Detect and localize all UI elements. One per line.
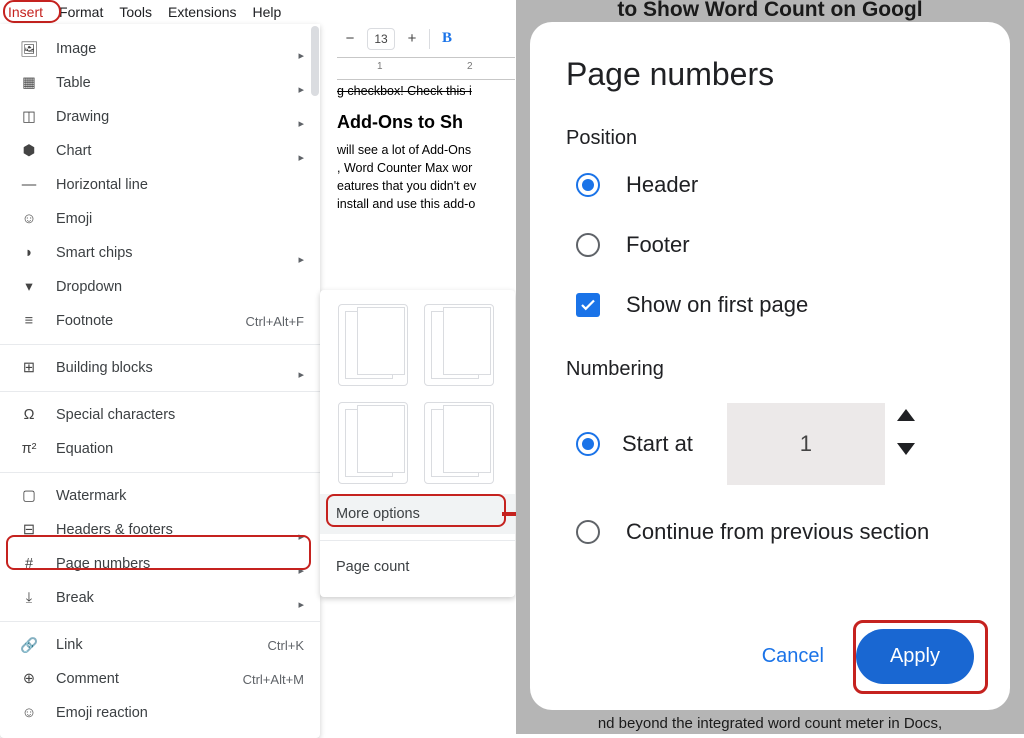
omega-icon: Ω [18, 407, 40, 423]
plus-button[interactable]: + [399, 26, 425, 52]
hash-icon: # [18, 556, 40, 572]
option-start-at-label: Start at [622, 431, 693, 457]
option-first-page[interactable]: Show on first page [576, 292, 974, 318]
menu-item-drawing[interactable]: ◫Drawing [0, 100, 320, 134]
page-numbers-dialog: Page numbers Position Header Footer Show… [530, 22, 1010, 710]
menu-format[interactable]: Format [51, 2, 111, 22]
pagenum-preset-4[interactable] [424, 402, 494, 484]
doc-text: install and use this add-o [337, 197, 515, 211]
menu-extensions[interactable]: Extensions [160, 2, 244, 22]
menu-tools[interactable]: Tools [111, 2, 160, 22]
link-icon: 🔗 [18, 637, 40, 654]
menubar: Insert Format Tools Extensions Help [0, 0, 515, 24]
bold-button[interactable]: B [434, 26, 460, 52]
pagenum-preset-3[interactable] [338, 402, 408, 484]
menu-item-building-blocks[interactable]: ⊞Building blocks [0, 351, 320, 385]
section-numbering: Numbering [566, 358, 974, 381]
dialog-title: Page numbers [566, 56, 974, 93]
doc-text: g checkbox! Check this i [337, 84, 515, 98]
watermark-icon: ▢ [18, 488, 40, 504]
ruler: 1 2 [337, 58, 515, 80]
doc-text: , Word Counter Max wor [337, 161, 515, 175]
image-icon: 🖼 [18, 41, 40, 58]
header-icon: ⊟ [18, 522, 40, 538]
radio-footer[interactable] [576, 233, 600, 257]
table-icon: ▦ [18, 75, 40, 91]
menu-item-break[interactable]: ⤓Break [0, 581, 320, 615]
reaction-icon: ☺ [18, 705, 40, 721]
bg-text-top: to Show Word Count on Googl [516, 0, 1024, 22]
menu-item-smart-chips[interactable]: ◗Smart chips [0, 236, 320, 270]
option-footer[interactable]: Footer [576, 232, 974, 258]
pagenum-preset-1[interactable] [338, 304, 408, 386]
doc-text: will see a lot of Add-Ons [337, 143, 515, 157]
option-header-label: Header [626, 172, 698, 198]
doc-heading: Add-Ons to Sh [337, 112, 515, 133]
checkbox-first-page[interactable] [576, 293, 600, 317]
menu-item-dropdown[interactable]: ▾Dropdown [0, 270, 320, 304]
spin-up-icon[interactable] [897, 409, 915, 421]
check-icon [579, 296, 597, 314]
menu-insert[interactable]: Insert [0, 2, 51, 22]
menu-help[interactable]: Help [245, 2, 290, 22]
menu-item-footnote[interactable]: ≡FootnoteCtrl+Alt+F [0, 304, 320, 338]
doc-text: eatures that you didn't ev [337, 179, 515, 193]
menu-item-special-characters[interactable]: ΩSpecial characters [0, 398, 320, 432]
emoji-icon: ☺ [18, 211, 40, 227]
menu-item-horizontal-line[interactable]: —Horizontal line [0, 168, 320, 202]
pagenum-preset-2[interactable] [424, 304, 494, 386]
page-numbers-submenu: More options Page count [320, 290, 515, 597]
break-icon: ⤓ [18, 590, 40, 606]
drawing-icon: ◫ [18, 109, 40, 125]
font-size-box[interactable]: 13 [367, 28, 395, 50]
submenu-more-options[interactable]: More options [320, 494, 515, 534]
blocks-icon: ⊞ [18, 360, 40, 376]
submenu-page-count[interactable]: Page count [320, 547, 515, 587]
option-header[interactable]: Header [576, 172, 974, 198]
toolbar: − 13 + B [337, 24, 515, 58]
menu-item-chart[interactable]: ⬢Chart [0, 134, 320, 168]
minus-button[interactable]: − [337, 26, 363, 52]
menu-item-emoji-reaction[interactable]: ☺Emoji reaction [0, 696, 320, 730]
comment-icon: ⊕ [18, 671, 40, 687]
option-first-page-label: Show on first page [626, 292, 808, 318]
menu-item-watermark[interactable]: ▢Watermark [0, 479, 320, 513]
option-start-at[interactable]: Start at 1 [576, 403, 974, 485]
radio-header[interactable] [576, 173, 600, 197]
pi-icon: π² [18, 441, 40, 457]
menu-item-comment[interactable]: ⊕CommentCtrl+Alt+M [0, 662, 320, 696]
radio-continue[interactable] [576, 520, 600, 544]
dropdown-icon: ▾ [18, 279, 40, 295]
section-position: Position [566, 127, 974, 150]
menu-item-link[interactable]: 🔗LinkCtrl+K [0, 628, 320, 662]
menu-item-headers-footers[interactable]: ⊟Headers & footers [0, 513, 320, 547]
chip-icon: ◗ [18, 245, 40, 261]
menu-item-page-numbers[interactable]: #Page numbers [0, 547, 320, 581]
line-icon: — [18, 177, 40, 193]
chart-icon: ⬢ [18, 143, 40, 159]
menu-item-image[interactable]: 🖼Image [0, 32, 320, 66]
option-continue-label: Continue from previous section [626, 519, 929, 545]
spin-down-icon[interactable] [897, 443, 915, 455]
menu-item-equation[interactable]: π²Equation [0, 432, 320, 466]
radio-start-at[interactable] [576, 432, 600, 456]
option-footer-label: Footer [626, 232, 690, 258]
insert-dropdown: 🖼Image ▦Table ◫Drawing ⬢Chart —Horizonta… [0, 24, 320, 738]
menu-item-emoji[interactable]: ☺Emoji [0, 202, 320, 236]
cancel-button[interactable]: Cancel [758, 637, 828, 676]
start-at-input[interactable]: 1 [727, 403, 885, 485]
menu-item-table[interactable]: ▦Table [0, 66, 320, 100]
apply-button[interactable]: Apply [856, 629, 974, 684]
bg-text-bottom: nd beyond the integrated word count mete… [516, 715, 1024, 732]
option-continue[interactable]: Continue from previous section [576, 519, 974, 545]
footnote-icon: ≡ [18, 313, 40, 329]
